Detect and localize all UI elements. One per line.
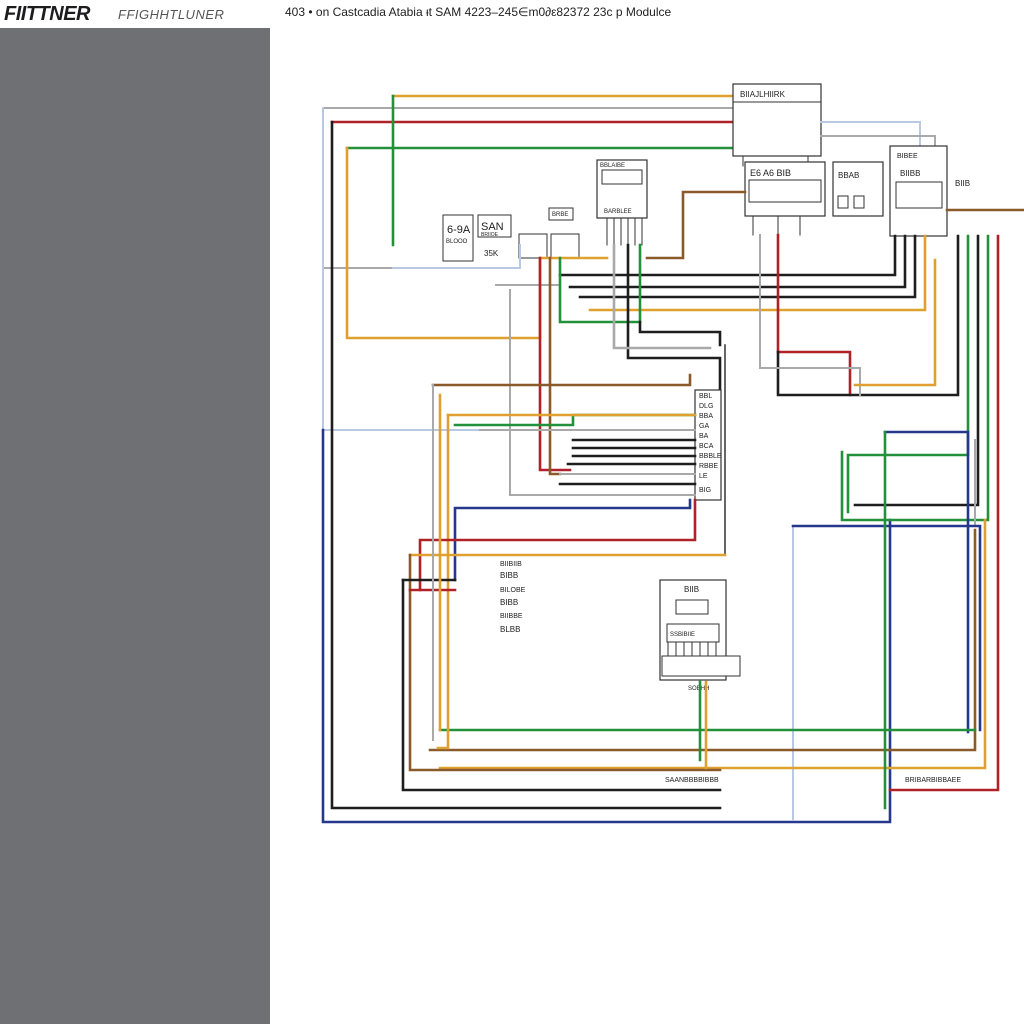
right-connector-sub: BIIBB bbox=[900, 169, 920, 178]
wire-orange-right bbox=[853, 258, 937, 387]
right-harness-wires bbox=[428, 233, 1000, 821]
terminal-label-9: BIG bbox=[699, 487, 711, 494]
right-connector-label: BIBEE bbox=[897, 153, 918, 160]
center-connector: BBLAIBE BARBLEE bbox=[596, 159, 648, 246]
bottom-module-label: BIIB bbox=[684, 585, 699, 594]
block-a-sub: BLOOO bbox=[446, 239, 468, 245]
wire-brown-v bbox=[548, 256, 562, 476]
legend-line-1: BIBB bbox=[500, 571, 518, 580]
legend-line-0: BIIBIIB bbox=[500, 561, 522, 568]
wire-blue-right bbox=[883, 430, 970, 734]
top-module-label: BIIAJLHIIRK bbox=[740, 90, 786, 99]
wire-red-t13 bbox=[418, 498, 697, 592]
wiring-diagram: BIIAJLHIIRK 6-9A BLOOO SAN BRIIOE 35K BR… bbox=[321, 83, 1024, 824]
left-component-blocks: 6-9A BLOOO SAN BRIIOE 35K BRBE bbox=[442, 207, 580, 262]
terminal-label-5: BCA bbox=[699, 443, 714, 450]
block-b-note: 35K bbox=[484, 249, 499, 258]
legend-line-3: BIBB bbox=[500, 598, 518, 607]
wire-gray-left-v bbox=[509, 289, 561, 496]
terminal-label-1: DLG bbox=[699, 403, 713, 410]
center-connector-sub: BARBLEE bbox=[604, 209, 632, 215]
wire-red-v-right bbox=[776, 233, 852, 397]
terminal-label-8: LE bbox=[699, 473, 708, 480]
block-b-sub: BRIIOE bbox=[481, 232, 499, 238]
terminal-left-wires bbox=[401, 373, 727, 772]
wire-blue-bottom bbox=[321, 428, 892, 824]
terminal-label-0: BBL bbox=[699, 393, 712, 400]
wire-brown-1 bbox=[645, 190, 747, 260]
bottom-left-footer: SAANBBBBIBBB bbox=[665, 777, 719, 784]
wire-black-v3 bbox=[638, 320, 722, 347]
left-legend: BIIBIIB BIBB BILOBE BIBB BIIBBE BLBB bbox=[500, 561, 526, 634]
legend-line-4: BIIBBE bbox=[500, 613, 523, 620]
wire-blue-mid bbox=[791, 524, 982, 732]
legend-line-2: BILOBE bbox=[500, 587, 526, 594]
far-right-label: BIIB bbox=[955, 179, 970, 188]
wire-black-h2 bbox=[568, 234, 907, 289]
wire-brown-t4 bbox=[431, 373, 692, 387]
terminal-label-4: BA bbox=[699, 433, 709, 440]
bottom-module-sub: SSBIBIIE bbox=[670, 632, 695, 638]
brand-header: FIITTNER FFIGHHTLUNER bbox=[0, 0, 270, 28]
brand-logo-secondary: FFIGHHTLUNER bbox=[118, 7, 225, 22]
right-connectors: BIBEE BIIBB BIIB bbox=[889, 145, 970, 237]
terminal-label-3: GA bbox=[699, 423, 709, 430]
mid-connector: E6 A6 BIB BBAB bbox=[744, 161, 884, 236]
wire-gray-right bbox=[759, 234, 861, 396]
small-connector-label: BRBE bbox=[552, 212, 568, 218]
terminal-label-7: RBBE bbox=[699, 463, 718, 470]
left-gray-panel bbox=[0, 0, 270, 1024]
brand-logo-primary: FIITTNER bbox=[4, 3, 91, 25]
block-a-label: 6-9A bbox=[447, 224, 471, 236]
wire-black-right-1 bbox=[853, 234, 980, 507]
bottom-right-footer: BRIBARBIBBAEE bbox=[905, 777, 961, 784]
wire-red-right bbox=[888, 234, 1000, 792]
legend-line-5: BLBB bbox=[500, 625, 520, 634]
wire-black-h1 bbox=[558, 234, 897, 277]
footer-labels: SAANBBBBIBBB BRIBARBIBBAEE bbox=[665, 777, 961, 784]
wire-green-right-1 bbox=[846, 234, 970, 514]
mid-connector-label: E6 A6 BIB bbox=[750, 168, 791, 178]
center-connector-label: BBLAIBE bbox=[600, 163, 625, 169]
mid-right-label: BBAB bbox=[838, 171, 859, 180]
bottom-module: BIIB SSBIBIIE SOEHH bbox=[659, 579, 741, 770]
terminal-label-6: BBBLE bbox=[699, 453, 722, 460]
wire-red-v bbox=[538, 256, 572, 472]
wire-green-t2 bbox=[453, 413, 697, 427]
wire-black-v-right bbox=[776, 234, 960, 397]
terminal-label-2: BBA bbox=[699, 413, 713, 420]
